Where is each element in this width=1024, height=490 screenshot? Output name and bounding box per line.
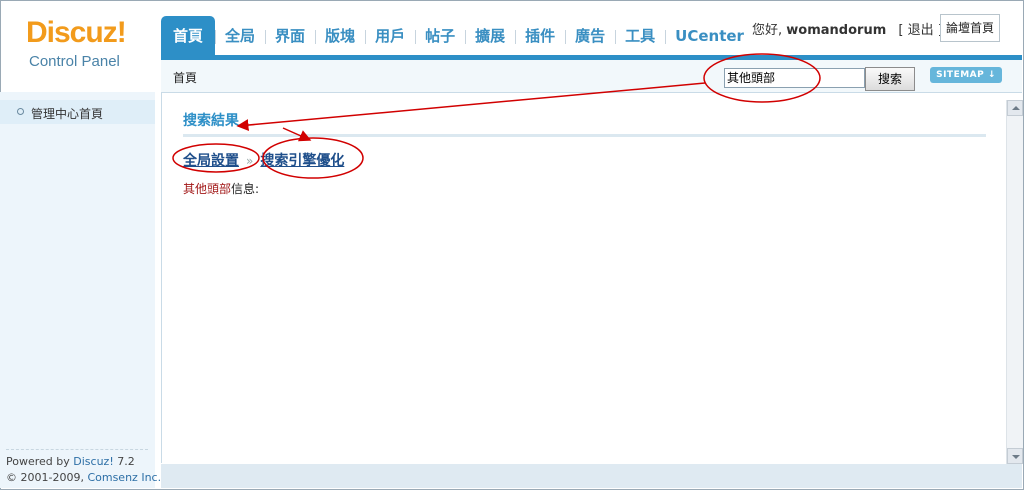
copyright: © 2001-2009, Comsenz Inc. xyxy=(6,470,161,486)
tab-extensions[interactable]: 擴展 xyxy=(465,16,515,56)
tab-posts[interactable]: 帖子 xyxy=(415,16,465,56)
copyright-prefix: © 2001-2009, xyxy=(6,471,88,484)
breadcrumb[interactable]: 首頁 xyxy=(173,69,197,86)
sub-bar: 首頁 其他頭部 搜索 SITEMAP ↓ xyxy=(161,60,1022,93)
tab-home[interactable]: 首頁 xyxy=(161,16,216,56)
logo[interactable]: Discuz! Control Panel xyxy=(0,0,160,90)
sidebar-item-label: 管理中心首頁 xyxy=(31,107,104,121)
forum-home-button[interactable]: 論壇首頁 xyxy=(940,14,1000,42)
version: 7.2 xyxy=(113,455,135,468)
tab-users[interactable]: 用戶 xyxy=(365,16,415,56)
footer: Powered by Discuz! 7.2 © 2001-2009, Coms… xyxy=(6,454,161,486)
discuz-link[interactable]: Discuz! xyxy=(73,455,113,468)
result-info-highlight: 其他頭部 xyxy=(183,182,232,196)
tab-tools[interactable]: 工具 xyxy=(615,16,665,56)
tab-plugins[interactable]: 插件 xyxy=(515,16,565,56)
search-button[interactable]: 搜索 xyxy=(865,67,915,91)
result-link-global-settings[interactable]: 全局設置 xyxy=(183,153,239,169)
path-separator: » xyxy=(246,154,254,168)
search-input[interactable]: 其他頭部 xyxy=(724,68,865,88)
powered-prefix: Powered by xyxy=(6,455,74,468)
tab-ads[interactable]: 廣告 xyxy=(565,16,615,56)
sitemap-button[interactable]: SITEMAP ↓ xyxy=(930,67,1002,83)
result-info-suffix: 信息: xyxy=(231,182,260,196)
vertical-scrollbar[interactable] xyxy=(1006,100,1023,464)
tab-interface[interactable]: 界面 xyxy=(265,16,315,56)
top-nav: 首頁 全局 界面 版塊 用戶 帖子 擴展 插件 廣告 工具 UCenter xyxy=(161,16,754,56)
footer-divider xyxy=(6,449,148,450)
scroll-down-icon[interactable] xyxy=(1007,448,1023,464)
bullet-icon xyxy=(17,108,24,115)
main-content: 搜索結果 全局設置 » 搜索引擎優化 其他頭部信息: xyxy=(161,93,1007,463)
bottom-bar xyxy=(161,464,1022,488)
sidebar-item-admin-home[interactable]: 管理中心首頁 xyxy=(0,100,155,124)
username: womandorum xyxy=(786,23,887,38)
scroll-up-icon[interactable] xyxy=(1007,100,1023,116)
title-divider xyxy=(183,134,986,137)
tab-forums[interactable]: 版塊 xyxy=(315,16,365,56)
logo-subtitle: Control Panel xyxy=(29,53,120,70)
comsenz-link[interactable]: Comsenz Inc. xyxy=(87,471,161,484)
logo-title: Discuz! xyxy=(26,16,127,49)
result-link-seo[interactable]: 搜索引擎優化 xyxy=(260,153,344,169)
sidebar: 管理中心首頁 xyxy=(0,92,155,488)
greeting: 您好, xyxy=(752,23,783,38)
tab-ucenter[interactable]: UCenter xyxy=(665,16,754,56)
result-path: 全局設置 » 搜索引擎優化 xyxy=(183,150,344,170)
user-box: 您好, womandorum [ 退出 ] xyxy=(752,19,943,38)
tab-global[interactable]: 全局 xyxy=(215,16,265,56)
logout-link[interactable]: [ 退出 ] xyxy=(898,23,942,38)
search-results-title: 搜索結果 xyxy=(183,113,239,129)
result-info: 其他頭部信息: xyxy=(183,180,259,197)
powered-by: Powered by Discuz! 7.2 xyxy=(6,454,161,470)
